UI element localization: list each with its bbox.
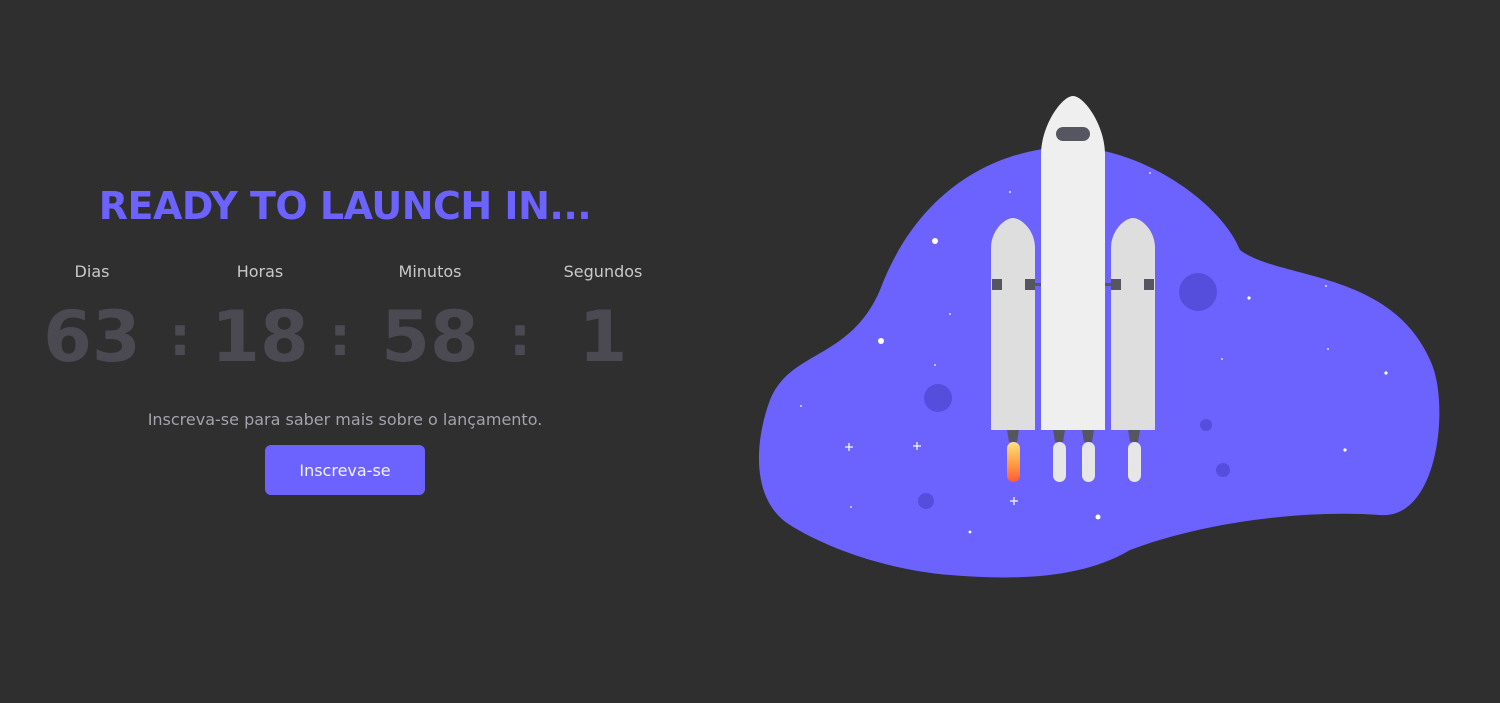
planet-icon — [1179, 273, 1217, 311]
minutes-value: 58 — [381, 296, 479, 378]
rocket-illustration — [750, 80, 1450, 600]
seconds-label: Segundos — [563, 262, 643, 281]
separator: : — [509, 305, 531, 368]
days-value: 63 — [43, 296, 141, 378]
seconds-value: 1 — [578, 296, 628, 378]
subtitle: Inscreva-se para saber mais sobre o lanç… — [147, 410, 543, 429]
hours-label: Horas — [236, 262, 284, 281]
days-label: Dias — [74, 262, 110, 281]
minutes-label: Minutos — [398, 262, 462, 281]
countdown-section: READY TO LAUNCH IN... Dias Horas Minutos… — [0, 0, 690, 703]
rocket-icon — [991, 96, 1155, 482]
page-title: READY TO LAUNCH IN... — [98, 184, 592, 228]
planet-icon — [1200, 419, 1212, 431]
planet-icon — [918, 493, 934, 509]
planet-icon — [1216, 463, 1230, 477]
hours-value: 18 — [211, 296, 309, 378]
subscribe-button[interactable]: Inscreva-se — [265, 445, 425, 495]
flame-icon — [1007, 442, 1020, 482]
rocket-launch-illustration — [758, 96, 1440, 578]
launch-page: READY TO LAUNCH IN... Dias Horas Minutos… — [0, 0, 1500, 703]
planet-icon — [924, 384, 952, 412]
separator: : — [329, 305, 351, 368]
